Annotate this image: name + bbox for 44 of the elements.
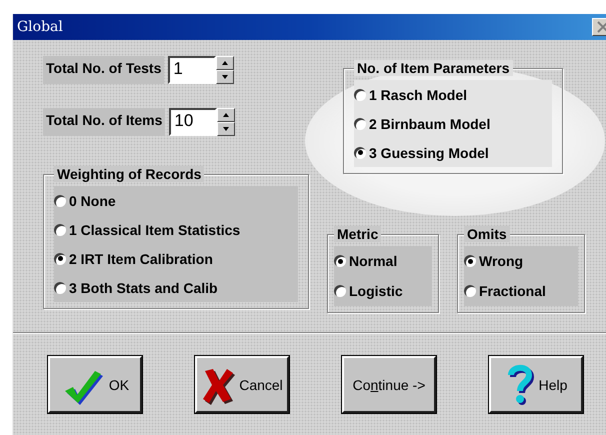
up-arrow-icon [223, 113, 230, 117]
radio-button[interactable] [54, 194, 66, 206]
radio-button[interactable] [464, 255, 476, 267]
radio-button[interactable] [54, 224, 66, 236]
spin-down-button[interactable] [217, 122, 236, 136]
radio-button[interactable] [54, 252, 66, 264]
group-title: Weighting of Records [54, 166, 204, 182]
radio-button[interactable] [334, 285, 346, 297]
radio-button[interactable] [334, 255, 346, 267]
up-arrow-icon [222, 61, 228, 65]
radio-button[interactable] [354, 88, 366, 100]
down-arrow-icon [223, 127, 230, 131]
dialog-button[interactable]: Cancel [195, 356, 289, 413]
field-label: Total No. of Tests [43, 56, 164, 84]
close-icon [596, 21, 606, 33]
number-field[interactable]: 10 [169, 108, 218, 136]
dialog-button[interactable]: Continue -> [342, 356, 436, 413]
radio-option[interactable]: 3 Both Stats and Calib [54, 273, 298, 302]
dialog-button[interactable]: Help [489, 356, 583, 413]
number-field[interactable]: 1 [168, 56, 216, 84]
radio-button[interactable] [354, 146, 366, 158]
radio-button[interactable] [54, 282, 66, 294]
dialog-button[interactable]: OK [48, 356, 142, 413]
radio-option[interactable]: Fractional [464, 276, 578, 306]
group-title: Omits [464, 226, 510, 242]
group-title: Metric [334, 226, 382, 242]
down-arrow-icon [222, 75, 228, 79]
radio-button[interactable] [464, 285, 476, 297]
radio-option[interactable]: 1 Rasch Model [354, 80, 552, 109]
spin-down-button[interactable] [216, 70, 234, 84]
radio-option[interactable]: 3 Guessing Model [354, 138, 552, 167]
radio-option[interactable]: Normal [334, 246, 432, 276]
radio-button[interactable] [354, 118, 366, 130]
radio-option[interactable]: Wrong [464, 246, 578, 276]
spin-up-button[interactable] [216, 56, 234, 70]
radio-option[interactable]: 0 None [54, 186, 298, 215]
spin-up-button[interactable] [217, 108, 236, 122]
radio-option[interactable]: 1 Classical Item Statistics [54, 215, 298, 244]
window-title: Global [16, 19, 63, 35]
radio-option[interactable]: Logistic [334, 276, 432, 306]
group-title: No. of Item Parameters [354, 60, 512, 76]
radio-option[interactable]: 2 Birnbaum Model [354, 109, 552, 138]
field-label: Total No. of Items [43, 108, 166, 136]
radio-option[interactable]: 2 IRT Item Calibration [54, 244, 298, 273]
